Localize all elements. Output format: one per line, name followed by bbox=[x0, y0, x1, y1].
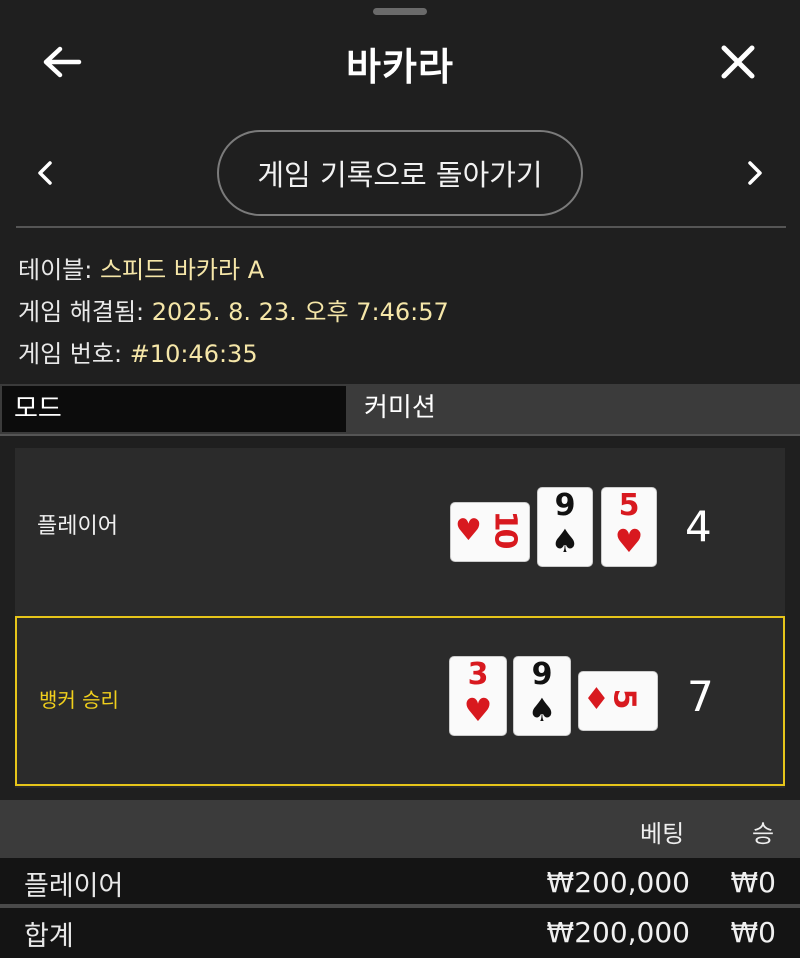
card-rank: 10 bbox=[487, 510, 523, 547]
mode-label: 모드 bbox=[2, 386, 346, 432]
page-title: 바카라 bbox=[346, 45, 454, 89]
card-suit: ♠ bbox=[527, 691, 557, 729]
card-rank: 5 bbox=[606, 688, 642, 707]
banker-hand: 뱅커 승리 3 ♥ 9 ♠ 5 ♦ 7 bbox=[15, 616, 785, 786]
player-label: 플레이어 bbox=[37, 514, 118, 539]
game-number-info: 게임 번호: #10:46:35 bbox=[18, 334, 258, 369]
total-label: 합계 bbox=[24, 921, 74, 952]
card-rank: 9 bbox=[554, 488, 576, 523]
total-bet-amount: ₩200,000 bbox=[546, 916, 690, 949]
chevron-left-icon[interactable] bbox=[30, 156, 60, 190]
drag-handle[interactable] bbox=[373, 8, 427, 15]
card-suit: ♦ bbox=[583, 682, 610, 717]
card-suit: ♥ bbox=[614, 522, 644, 560]
column-header-bet: 베팅 bbox=[640, 820, 685, 848]
player-hand: 플레이어 10 ♥ 9 ♠ 5 ♥ 4 bbox=[15, 448, 785, 616]
card-rank: 9 bbox=[531, 657, 553, 692]
card-suit: ♠ bbox=[550, 522, 580, 560]
divider bbox=[0, 434, 800, 436]
table-row-total: 합계 ₩200,000 ₩0 bbox=[0, 908, 800, 958]
banker-label: 뱅커 승리 bbox=[39, 688, 119, 712]
bet-amount: ₩200,000 bbox=[546, 866, 690, 899]
bet-name: 플레이어 bbox=[24, 871, 124, 902]
mode-value: 커미션 bbox=[350, 386, 798, 432]
table-label: 테이블: bbox=[18, 256, 93, 284]
card-rank: 5 bbox=[618, 488, 640, 523]
card-rank: 3 bbox=[467, 657, 489, 692]
total-win-amount: ₩0 bbox=[730, 916, 777, 949]
player-card-3: 5 ♥ bbox=[602, 488, 656, 566]
player-card-1: 10 ♥ bbox=[451, 503, 529, 561]
win-amount: ₩0 bbox=[730, 866, 777, 899]
resolved-info: 게임 해결됨: 2025. 8. 23. 오후 7:46:57 bbox=[18, 292, 449, 327]
header: 바카라 bbox=[0, 20, 800, 100]
card-suit: ♥ bbox=[455, 513, 482, 548]
banker-card-2: 9 ♠ bbox=[514, 657, 570, 735]
resolved-value: 2025. 8. 23. 오후 7:46:57 bbox=[151, 298, 449, 326]
player-score: 4 bbox=[685, 502, 712, 551]
game-number-value: #10:46:35 bbox=[129, 340, 258, 368]
bets-header: 베팅 승 bbox=[0, 800, 800, 858]
back-to-history-button[interactable]: 게임 기록으로 돌아가기 bbox=[217, 130, 583, 216]
table-value: 스피드 바카라 A bbox=[99, 256, 265, 284]
table-row: 플레이어 ₩200,000 ₩0 bbox=[0, 858, 800, 904]
history-nav: 게임 기록으로 돌아가기 bbox=[0, 128, 800, 218]
banker-score: 7 bbox=[687, 672, 714, 721]
table-info: 테이블: 스피드 바카라 A bbox=[18, 250, 264, 285]
player-card-2: 9 ♠ bbox=[538, 488, 592, 566]
divider bbox=[16, 226, 786, 228]
column-header-win: 승 bbox=[752, 820, 775, 848]
chevron-right-icon[interactable] bbox=[740, 156, 770, 190]
close-icon[interactable] bbox=[716, 40, 760, 84]
result-panel: 플레이어 10 ♥ 9 ♠ 5 ♥ 4 뱅커 승리 3 ♥ 9 ♠ 5 ♦ 7 bbox=[15, 448, 785, 788]
mode-row: 모드 커미션 bbox=[0, 384, 800, 434]
banker-card-1: 3 ♥ bbox=[450, 657, 506, 735]
card-suit: ♥ bbox=[463, 691, 493, 729]
game-number-label: 게임 번호: bbox=[18, 340, 123, 368]
banker-card-3: 5 ♦ bbox=[579, 672, 657, 730]
resolved-label: 게임 해결됨: bbox=[18, 298, 145, 326]
